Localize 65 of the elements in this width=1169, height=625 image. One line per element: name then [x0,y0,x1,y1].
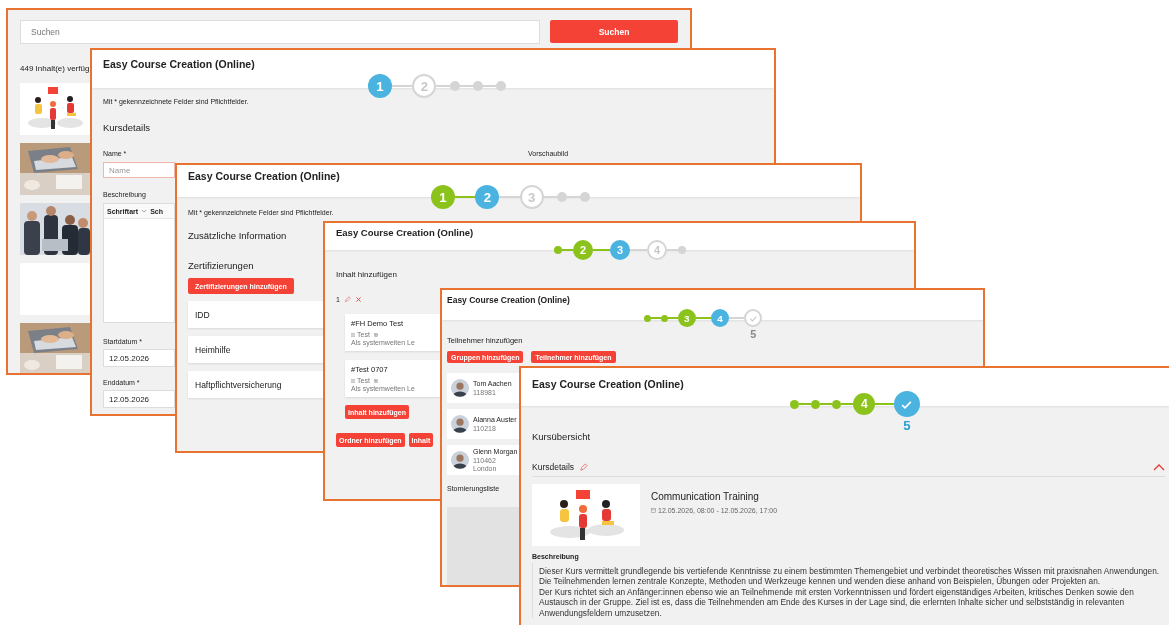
step-dot [495,81,506,91]
step-connector [562,249,573,251]
step-dot [580,192,591,202]
section-heading: Zertifizierungen [188,260,254,272]
step-dot [644,314,651,322]
step-circle: 1 [368,74,392,98]
list-icon [351,332,355,337]
date-field[interactable]: 12.05.2026 [103,390,175,408]
copy-icon [373,378,378,383]
step-dot [790,399,799,409]
step-circle: 1 [431,185,455,209]
step-dot [832,399,842,409]
pencil-icon[interactable] [579,462,589,472]
description-text: Dieser Kurs vermittelt grundlegende bis vertiefende Kenntnisse zu einem bestimmten Themengebiet und verbindet theoretisches Wissen mit praxisnahen Anwendungen. Die Teilnehmenden lernen zentrale Konzepte, Methoden und Werkzeuge kennen und wenden diese anhand von Beispielen, Übungen oder Projekten an. [539,566,1161,587]
avatar [451,379,469,397]
chevron-up-icon[interactable] [1153,463,1165,471]
step-connector [667,317,678,319]
avatar [451,451,469,469]
step-connector [651,317,661,319]
chevron-down-icon [141,209,148,213]
step-connector [593,249,610,251]
step-connector [820,403,833,405]
copy-icon [373,332,378,337]
empty-thumbnail [20,263,90,315]
step-circle: 3 [610,240,630,260]
step-dot [472,81,483,91]
step-circle: 4 [853,393,876,415]
step-connector [875,403,894,405]
calendar-icon [651,508,656,513]
dialog-title: Easy Course Creation (Online) [532,378,684,390]
dialog-title: Easy Course Creation (Online) [103,58,255,70]
dialog-title: Easy Course Creation (Online) [447,295,570,305]
step-connector [799,403,812,405]
step-dot [554,246,562,254]
step-dot [556,192,567,202]
section-heading: Kursdetails [103,122,150,133]
pencil-icon[interactable] [343,296,351,303]
search-field[interactable]: Suchen [20,20,540,44]
section-heading: Kursdetails [532,462,575,472]
step-dot [660,314,668,322]
step-label: 5 [902,418,912,433]
search-button[interactable]: Suchen [550,20,678,43]
step-dot [449,81,460,91]
step-circle: 2 [475,185,500,209]
course-title: Communication Training [651,491,760,502]
dialog-title: Easy Course Creation (Online) [188,170,340,182]
section-heading: Zusätzliche Information [188,230,287,242]
dialog-title: Easy Course Creation (Online) [336,227,474,238]
result-count: 449 Inhalt(e) verfüg [20,64,90,73]
step-dot [811,399,821,409]
date-field[interactable]: 12.05.2026 [103,349,175,367]
step-circle: 4 [711,309,730,327]
section-heading: Inhalt hinzufügen [336,270,397,279]
step-dot [678,246,686,254]
step-connector [841,403,854,405]
section-heading: Kursübersicht [532,431,591,443]
description-text: Der Kurs richtet sich an Anfänger:innen ebenso wie an Teilnehmende mit ersten Vorkenntnissen und fördert eigenständiges Arbeiten, kritisches Denken sowie den Austausch in der Gruppe. Ziel ist es, dass die Teilnehmenden am Ende des Kurses in der Lage sind, die erlernten Inhalte sicher und selbstständig in relevanten Anwendungsfeldern umzusetzen. [539,586,1135,619]
name-field[interactable]: Name [103,162,175,178]
step-connector [695,317,712,319]
list-icon [351,378,355,383]
step-connector [455,196,476,198]
avatar [451,415,469,433]
step-circle: 2 [573,240,593,260]
step-label: 5 [749,328,758,340]
close-icon[interactable] [354,296,362,303]
